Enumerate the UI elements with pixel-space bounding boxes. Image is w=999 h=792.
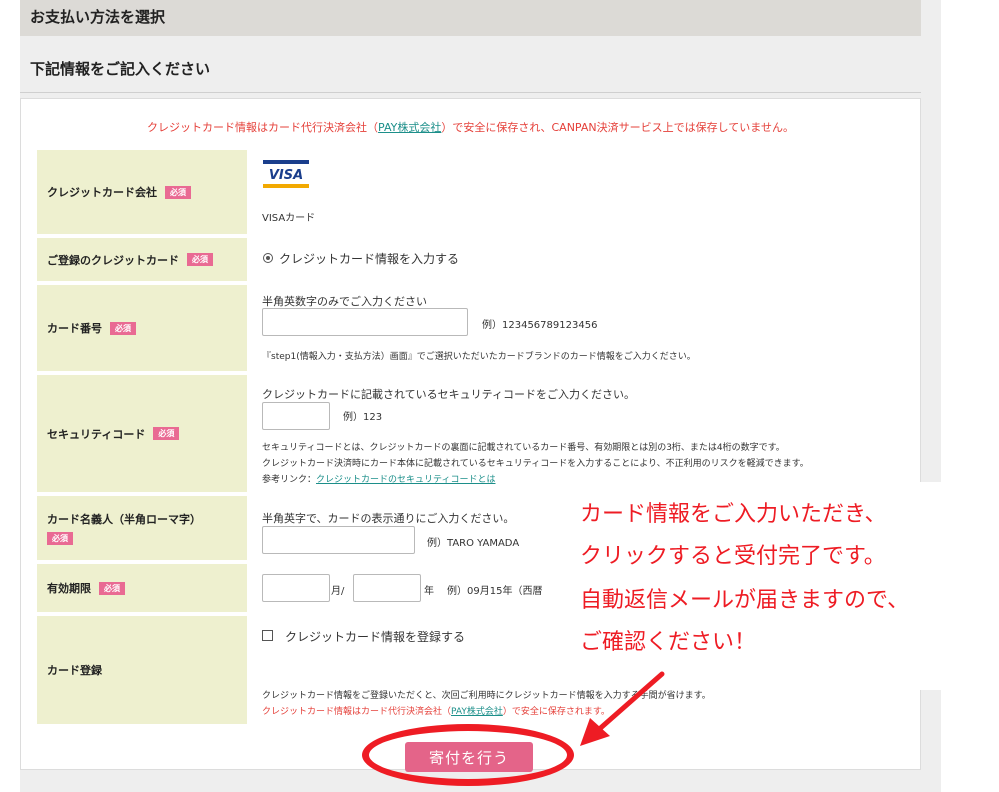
expiry-month-input[interactable] <box>262 574 330 602</box>
card-number-input[interactable] <box>262 308 468 336</box>
visa-logo-icon: VISA <box>263 160 309 188</box>
divider <box>20 92 921 93</box>
sub-title: 下記情報をご記入ください <box>30 60 211 78</box>
card-holder-input[interactable] <box>262 526 415 554</box>
required-badge: 必須 <box>153 427 180 440</box>
card-holder-hint: 半角英字で、カードの表示通りにご入力ください。 <box>262 512 515 525</box>
security-code-reference: 参考リンク：クレジットカードのセキュリティコードとは <box>262 475 496 485</box>
label-card-register: カード登録 <box>37 616 247 724</box>
security-notice: クレジットカード情報はカード代行決済会社（PAY株式会社）で安全に保存され、CA… <box>147 121 794 134</box>
label-card-company: クレジットカード会社 必須 <box>37 150 247 234</box>
expiry-example: 例）09月15年（西暦 <box>447 586 543 597</box>
row-registered-card: ご登録のクレジットカード 必須 クレジットカード情報を入力する <box>37 238 911 281</box>
card-number-note: 『step1(情報入力・支払方法）画面』でご選択いただいたカードブランドのカード… <box>262 352 696 362</box>
section-title: お支払い方法を選択 <box>30 8 166 26</box>
donate-submit-button[interactable]: 寄付を行う <box>405 742 533 772</box>
callout-line-3: 自動返信メールが届きますので、 <box>580 588 910 613</box>
label-card-number: カード番号 必須 <box>37 285 247 371</box>
required-badge: 必須 <box>99 581 125 595</box>
security-code-note-1: セキュリティコードとは、クレジットカードの裏面に記載されているカード番号、有効期… <box>262 443 785 453</box>
expiry-month-suffix: 月/ <box>331 586 345 597</box>
card-number-hint: 半角英数字のみでご入力ください <box>262 295 427 308</box>
pay-company-link[interactable]: PAY株式会社 <box>378 121 441 134</box>
pay-company-link-2[interactable]: PAY株式会社 <box>451 707 503 717</box>
row-card-company: クレジットカード会社 必須 VISA VISAカード <box>37 150 911 234</box>
security-code-input[interactable] <box>262 402 330 430</box>
card-number-example: 例）123456789123456 <box>482 320 598 331</box>
register-card-note-2: クレジットカード情報はカード代行決済会社（PAY株式会社）で安全に保存されます。 <box>262 707 610 717</box>
security-code-example: 例）123 <box>343 412 383 423</box>
required-badge: 必須 <box>110 321 136 335</box>
card-company-value: VISAカード <box>262 213 316 224</box>
register-card-label: クレジットカード情報を登録する <box>285 630 466 644</box>
required-badge: 必須 <box>187 253 213 266</box>
row-security-code: セキュリティコード 必須 クレジットカードに記載されているセキュリティコードをご… <box>37 375 911 492</box>
svg-text:VISA: VISA <box>269 168 303 183</box>
callout-line-4: ご確認ください！ <box>580 630 757 655</box>
label-expiry: 有効期限 必須 <box>37 564 247 612</box>
label-security-code: セキュリティコード 必須 <box>37 375 247 492</box>
section-title-bar: お支払い方法を選択 <box>20 0 921 36</box>
expiry-year-input[interactable] <box>353 574 421 602</box>
label-registered-card: ご登録のクレジットカード 必須 <box>37 238 247 281</box>
required-badge: 必須 <box>47 532 73 545</box>
expiry-year-suffix: 年 <box>424 586 434 597</box>
register-card-checkbox[interactable] <box>262 630 273 641</box>
security-code-reference-link[interactable]: クレジットカードのセキュリティコードとは <box>316 475 495 485</box>
callout-line-2: クリックすると受付完了です。 <box>580 544 886 569</box>
row-card-number: カード番号 必須 半角英数字のみでご入力ください 例）1234567891234… <box>37 285 911 371</box>
security-code-note-2: クレジットカード決済時にカード本体に記載されているセキュリティコードを入力するこ… <box>262 459 809 469</box>
security-code-hint: クレジットカードに記載されているセキュリティコードをご入力ください。 <box>262 388 636 401</box>
label-card-holder: カード名義人（半角ローマ字） 必須 <box>37 496 247 560</box>
callout-line-1: カード情報をご入力いただき、 <box>580 502 887 527</box>
radio-enter-card[interactable] <box>263 253 273 263</box>
annotation-arrow-icon <box>580 671 665 746</box>
card-holder-example: 例）TARO YAMADA <box>427 538 520 549</box>
radio-enter-card-label: クレジットカード情報を入力する <box>279 252 460 266</box>
required-badge: 必須 <box>165 185 191 199</box>
